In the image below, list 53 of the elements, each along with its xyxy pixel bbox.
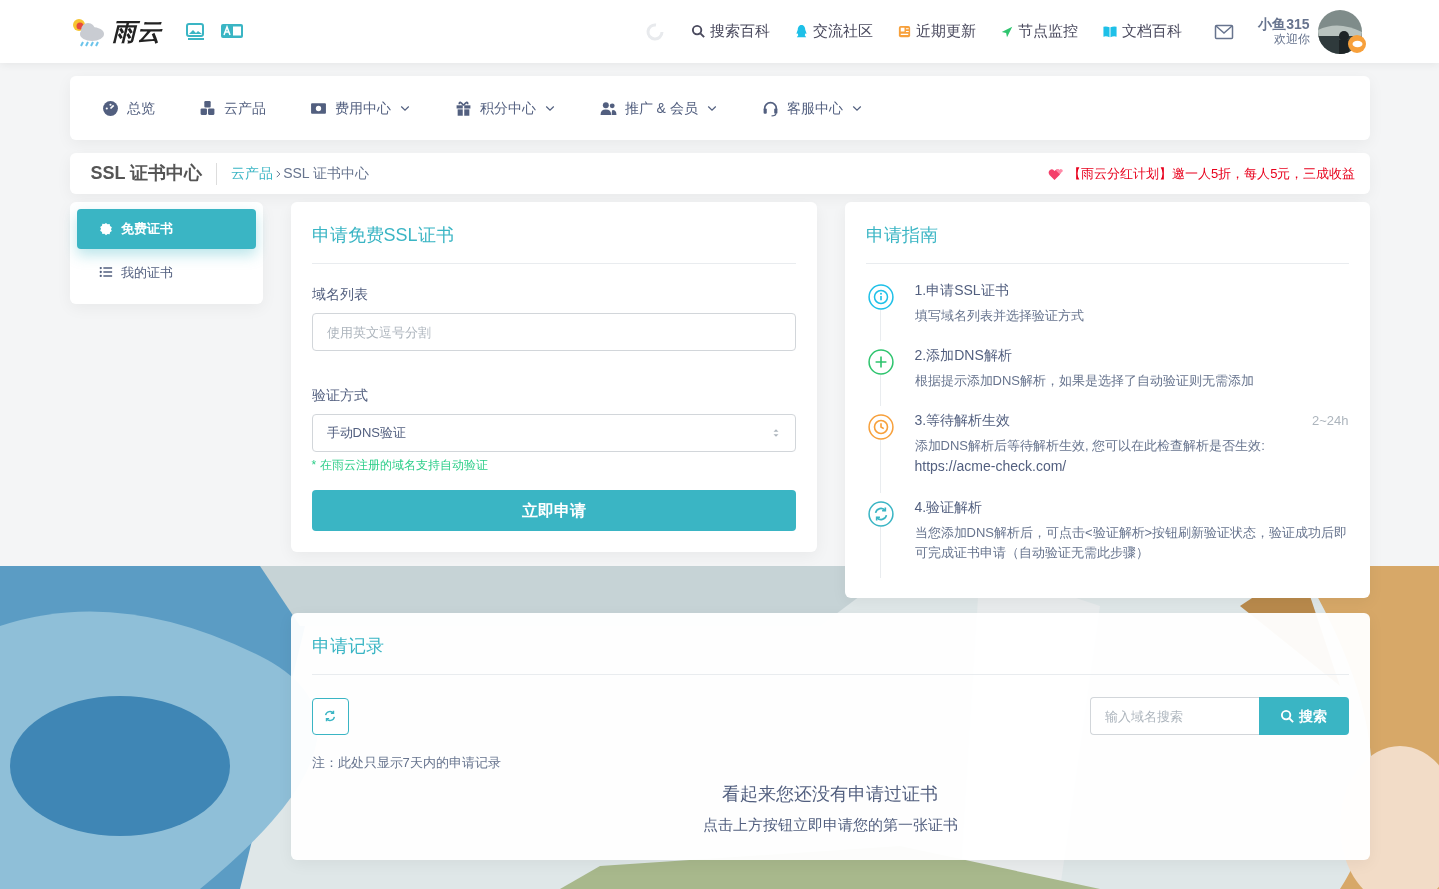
card-title: 申请指南 [865,222,1349,264]
image-icon [185,23,205,40]
nav-link[interactable]: 节点监控 [1000,20,1079,43]
list-icon [98,265,113,280]
user-name: 小鱼315 [1258,17,1310,33]
step-description: 当您添加DNS解析后，可点击<验证解析>按钮刷新验证状态，验证成功后即可完成证书申请（自动验证无需此步骤） [914,524,1349,563]
search-icon [1280,708,1295,724]
menu-item[interactable]: 推广 & 会员 [599,97,718,119]
gift-icon [454,99,472,117]
greeting-text: 欢迎你 [1272,32,1310,46]
step-title: 2.添加DNS解析 [914,346,1012,366]
step-description: 根据提示添加DNS解析，如果是选择了自动验证则无需添加 [914,372,1255,391]
logo-text: 雨云 [111,16,162,47]
breadcrumb-current: SSL 证书中心 [283,164,370,183]
gauge-icon [101,99,119,117]
refresh-icon [323,709,337,724]
nav-link[interactable]: 交流社区 [794,20,874,43]
duration-text: 2~24h [1312,412,1349,431]
menu-item[interactable]: 费用中心 [309,97,411,119]
nav-link[interactable]: 近期更新 [897,20,977,43]
search-input-field[interactable]: 输入域名搜索 [1089,697,1259,736]
users-icon [599,99,617,117]
link-text[interactable]: https://acme-check.com/ [914,456,1349,479]
field-label: 域名列表 [311,285,369,304]
step-title: 4.验证解析 [914,498,983,518]
translate-icon [220,23,243,39]
sidebar-item[interactable]: 我的证书 [76,252,256,292]
menu-item[interactable]: 客服中心 [761,97,863,119]
badge-icon [98,221,113,236]
step-title: 1.申请SSL证书 [914,281,1009,300]
method-select-field[interactable]: 手动DNS验证 [311,414,796,452]
refresh-button[interactable] [311,697,349,735]
headset-icon [761,99,779,117]
promo-link[interactable]: 【雨云分红计划】邀一人5折，每人5元，三成收益 [1068,163,1356,184]
domain-input-field[interactable]: 使用英文逗号分割 [311,313,796,351]
step-title: 3.等待解析生效 [914,411,1011,431]
card-title: 申请免费SSL证书 [311,222,796,264]
card-title: 申请记录 [311,633,1349,676]
field-label: 验证方式 [311,386,369,405]
weather-badge-icon [1347,34,1366,53]
empty-title: 看起来您还没有申请过证书 [721,782,939,806]
hint-text: * 在雨云注册的域名支持自动验证 [311,457,489,474]
menu-item[interactable]: 云产品 [198,97,266,119]
menu-item[interactable]: 积分中心 [454,97,556,119]
nav-link[interactable]: 文档百科 [1102,20,1183,43]
nav-link[interactable]: 搜索百科 [691,20,771,43]
step-description: 添加DNS解析后等待解析生效, 您可以在此检查解析是否生效: [914,437,1266,456]
step-description: 填写域名列表并选择验证方式 [914,307,1085,325]
empty-subtitle: 点击上方按钮立即申请您的第一张证书 [701,814,959,835]
menu-item[interactable]: 总览 [101,97,155,119]
page-title: SSL 证书中心 [90,162,203,185]
note-text: 注：此处只显示7天内的申请记录 [311,754,502,773]
cubes-icon [198,99,216,117]
